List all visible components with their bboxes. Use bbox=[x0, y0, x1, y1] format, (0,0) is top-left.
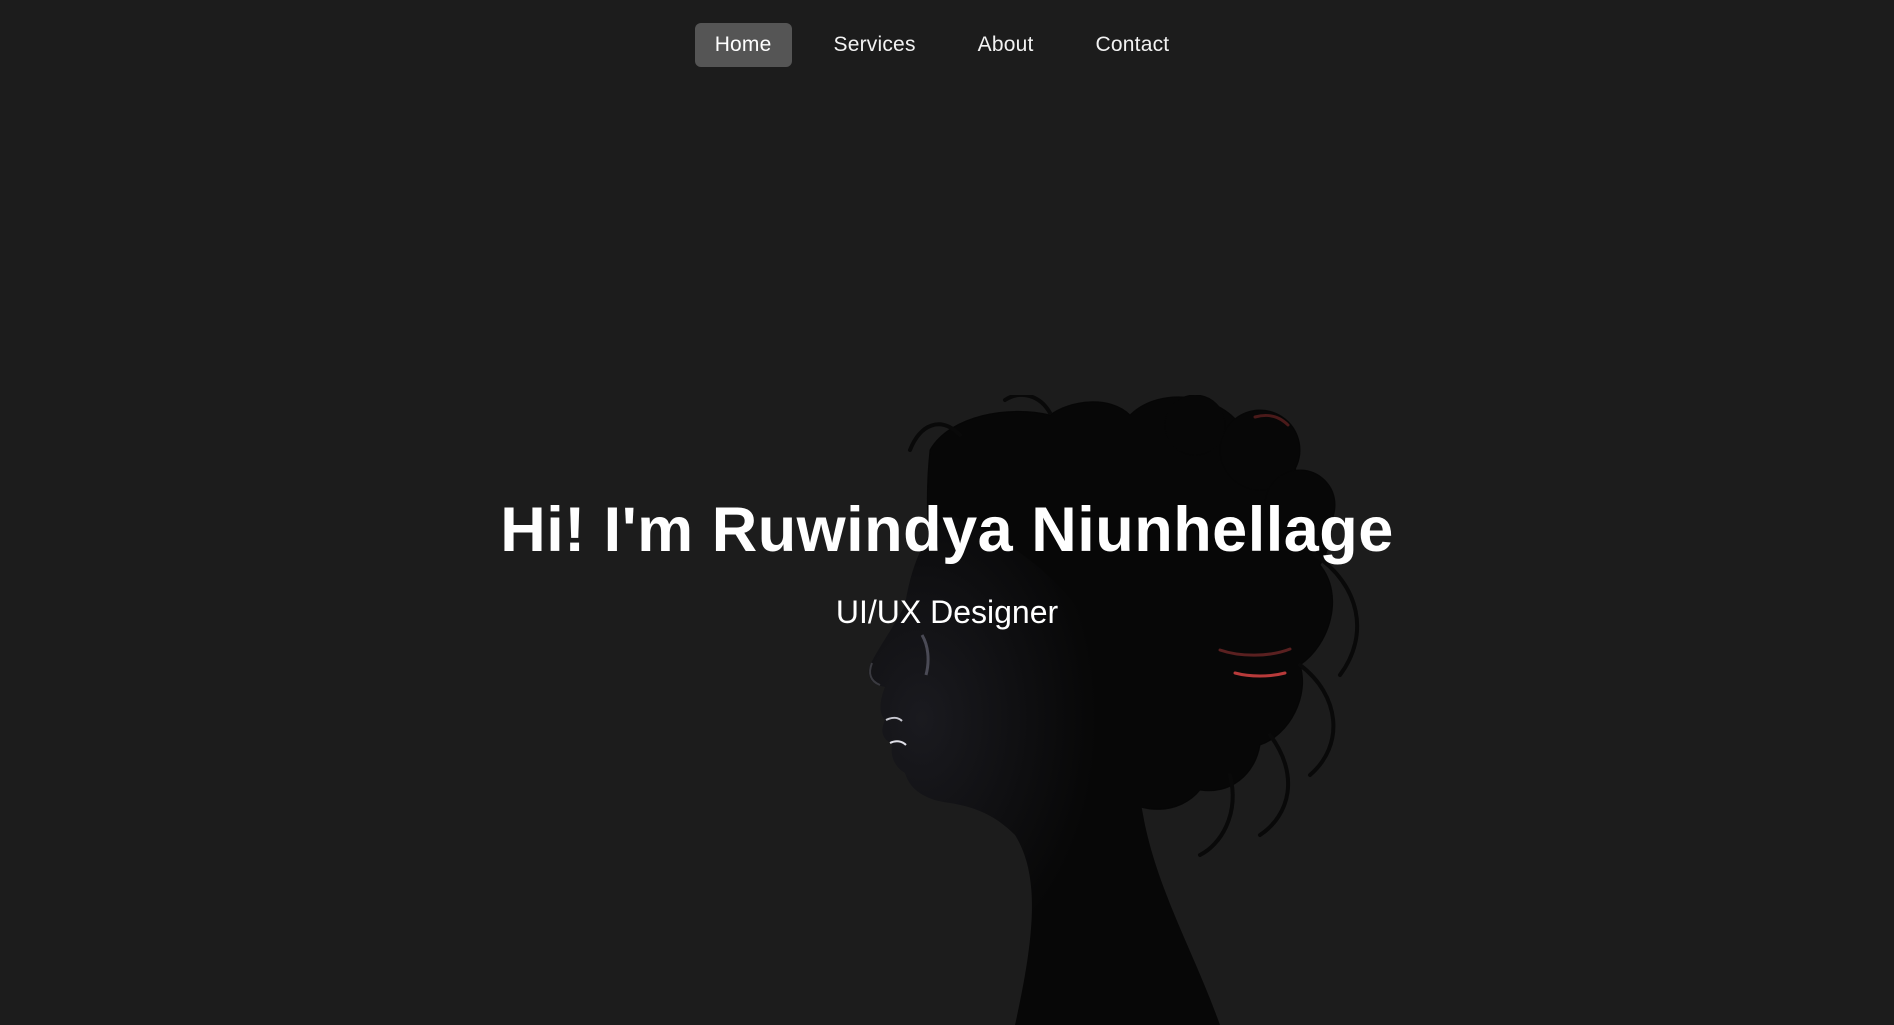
nav-item-home[interactable]: Home bbox=[694, 23, 792, 67]
nav-item-about[interactable]: About bbox=[958, 23, 1054, 67]
nav-item-contact[interactable]: Contact bbox=[1076, 23, 1190, 67]
hero-title: Hi! I'm Ruwindya Niunhellage bbox=[500, 495, 1394, 565]
page: Home Services About Contact Hi! I'm Ruwi… bbox=[0, 0, 1894, 1025]
main-nav: Home Services About Contact bbox=[0, 23, 1894, 67]
nav-item-services[interactable]: Services bbox=[814, 23, 936, 67]
nav-list: Home Services About Contact bbox=[684, 23, 1201, 67]
hero-subtitle: UI/UX Designer bbox=[835, 594, 1059, 630]
hero-section: Hi! I'm Ruwindya Niunhellage UI/UX Desig… bbox=[0, 490, 1894, 632]
